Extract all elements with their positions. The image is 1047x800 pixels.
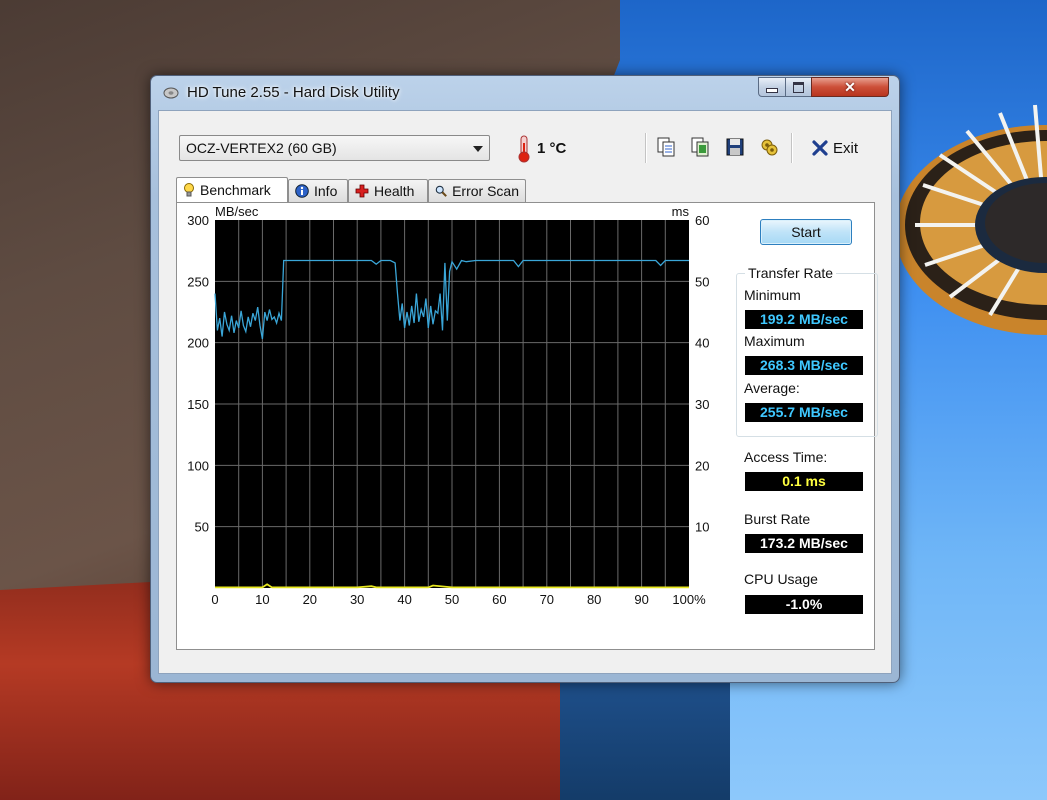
burst-rate-value: 173.2 MB/sec — [745, 534, 863, 553]
right-axis-unit: ms — [672, 204, 690, 219]
x-tick-label: 0 — [211, 592, 218, 607]
hdtune-window: HD Tune 2.55 - Hard Disk Utility ✕ OCZ-V… — [150, 75, 900, 683]
x-tick-label: 100% — [672, 592, 706, 607]
drive-select-value: OCZ-VERTEX2 (60 GB) — [186, 140, 337, 156]
exit-button[interactable]: Exit — [811, 137, 858, 159]
x-tick-label: 90 — [634, 592, 648, 607]
x-tick-label: 80 — [587, 592, 601, 607]
wallpaper-space-needle — [895, 104, 1047, 335]
maximize-button[interactable] — [785, 77, 812, 97]
lightbulb-icon — [184, 183, 194, 197]
minimum-label: Minimum — [744, 287, 801, 303]
tab-info[interactable]: Info — [288, 179, 348, 202]
x-tick-label: 60 — [492, 592, 506, 607]
minimize-button[interactable] — [758, 77, 786, 97]
benchmark-panel: 300 250 200 150 100 50 60 50 40 30 20 10 0 10 20 30 40… — [176, 202, 878, 650]
window-client-area: OCZ-VERTEX2 (60 GB) 1 °C Exit Benchmark … — [158, 110, 892, 674]
copy-info-icon[interactable] — [655, 136, 677, 158]
tab-health[interactable]: Health — [348, 179, 428, 202]
info-icon — [295, 184, 309, 198]
transfer-rate-title: Transfer Rate — [745, 265, 837, 281]
minimize-icon — [766, 87, 778, 93]
red-cross-icon — [355, 184, 369, 198]
y-tick-label-right: 50 — [695, 274, 709, 289]
cpu-usage-value: -1.0% — [745, 595, 863, 614]
toolbar-separator — [791, 133, 793, 163]
maximum-value: 268.3 MB/sec — [745, 356, 863, 375]
average-label: Average: — [744, 380, 800, 396]
access-time-value: 0.1 ms — [745, 472, 863, 491]
x-tick-label: 50 — [445, 592, 459, 607]
y-tick-label-left: 250 — [187, 274, 209, 289]
maximum-label: Maximum — [744, 333, 805, 349]
tab-label: Error Scan — [452, 183, 519, 199]
x-tick-label: 10 — [255, 592, 269, 607]
chevron-down-icon[interactable] — [473, 146, 483, 152]
exit-label: Exit — [833, 139, 859, 157]
y-tick-label-left: 50 — [195, 520, 209, 535]
tab-label: Health — [374, 183, 415, 199]
y-axis-left: 300 250 200 150 100 50 — [187, 213, 209, 535]
hard-disk-icon — [163, 87, 179, 99]
exit-x-icon — [812, 140, 828, 156]
drive-select[interactable]: OCZ-VERTEX2 (60 GB) — [179, 135, 490, 161]
y-tick-label-left: 150 — [187, 397, 209, 412]
title-bar[interactable]: HD Tune 2.55 - Hard Disk Utility ✕ — [151, 76, 899, 110]
tab-label: Info — [314, 183, 338, 199]
magnifier-icon — [435, 185, 447, 197]
x-axis: 0 10 20 30 40 50 60 70 80 90 100% — [211, 592, 706, 607]
x-tick-label: 30 — [350, 592, 364, 607]
benchmark-chart: 300 250 200 150 100 50 60 50 40 30 20 10 0 10 20 30 40… — [187, 204, 709, 607]
average-value: 255.7 MB/sec — [745, 403, 863, 422]
x-tick-label: 70 — [540, 592, 554, 607]
chart-grid — [215, 220, 689, 588]
y-axis-right: 60 50 40 30 20 10 — [695, 213, 709, 535]
y-tick-label-right: 10 — [695, 520, 709, 535]
y-tick-label-right: 20 — [695, 458, 709, 473]
options-icon[interactable] — [758, 136, 780, 158]
window-title: HD Tune 2.55 - Hard Disk Utility — [187, 84, 400, 101]
x-tick-label: 20 — [303, 592, 317, 607]
y-tick-label-right: 30 — [695, 397, 709, 412]
copy-screenshot-icon[interactable] — [689, 136, 711, 158]
y-tick-label-left: 100 — [187, 458, 209, 473]
start-button[interactable]: Start — [760, 219, 852, 245]
y-tick-label-right: 40 — [695, 336, 709, 351]
tab-benchmark[interactable]: Benchmark — [176, 177, 288, 202]
tab-label: Benchmark — [200, 182, 271, 198]
y-tick-label-left: 300 — [187, 213, 209, 228]
thermometer-icon — [518, 135, 530, 163]
y-tick-label-left: 200 — [187, 336, 209, 351]
save-icon[interactable] — [724, 136, 746, 158]
close-button[interactable]: ✕ — [811, 77, 889, 97]
burst-rate-label: Burst Rate — [744, 511, 811, 527]
maximize-icon — [793, 81, 804, 93]
left-axis-unit: MB/sec — [215, 204, 259, 219]
minimum-value: 199.2 MB/sec — [745, 310, 863, 329]
close-icon: ✕ — [844, 79, 856, 95]
wallpaper-glass-panel — [560, 680, 730, 800]
temperature-readout: 1 °C — [537, 140, 567, 157]
toolbar-separator — [645, 133, 647, 163]
y-tick-label-right: 60 — [695, 213, 709, 228]
access-time-label: Access Time: — [744, 449, 828, 465]
tab-error-scan[interactable]: Error Scan — [428, 179, 526, 202]
cpu-usage-label: CPU Usage — [744, 571, 818, 587]
x-tick-label: 40 — [397, 592, 411, 607]
